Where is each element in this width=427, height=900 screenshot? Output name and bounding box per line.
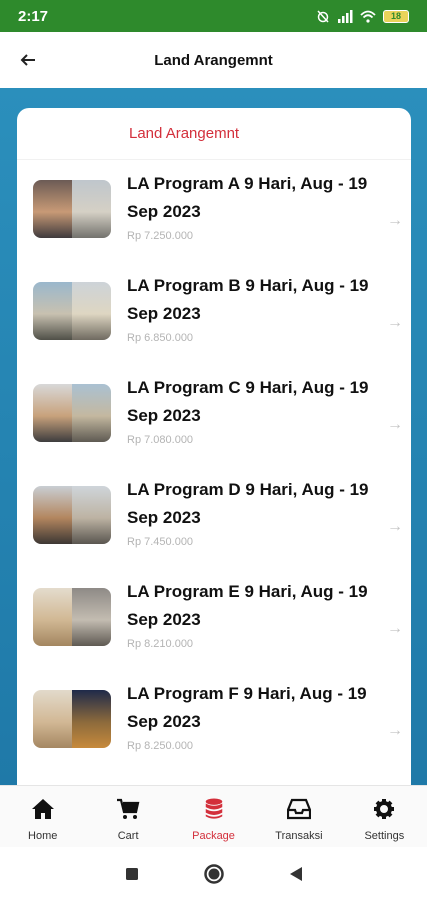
home-icon bbox=[31, 799, 54, 819]
bottom-navigation: Home Cart Package Transaksi Settings bbox=[0, 785, 427, 847]
package-name: LA Program C 9 Hari, Aug - 19 Sep 2023 bbox=[127, 378, 369, 425]
package-item-f[interactable]: LA Program F 9 Hari, Aug - 19 Sep 2023 R… bbox=[33, 680, 403, 782]
app-bar: Land Arangemnt bbox=[0, 32, 427, 88]
package-price: Rp 7.450.000 bbox=[127, 536, 194, 548]
nav-transaksi[interactable]: Transaksi bbox=[256, 786, 341, 847]
battery-icon: 18 bbox=[383, 9, 409, 23]
wifi-icon bbox=[360, 10, 376, 23]
arrow-right-icon: → bbox=[387, 722, 403, 739]
package-thumbnail bbox=[33, 384, 111, 442]
back-arrow-icon[interactable] bbox=[16, 48, 40, 72]
recents-icon[interactable] bbox=[125, 867, 139, 881]
cart-icon bbox=[117, 798, 140, 819]
nav-home-label: Home bbox=[28, 830, 58, 842]
alarm-off-icon bbox=[317, 10, 329, 23]
package-price: Rp 7.250.000 bbox=[127, 230, 194, 242]
status-bar: 2:17 18 bbox=[0, 0, 427, 32]
nav-settings-label: Settings bbox=[364, 830, 405, 842]
nav-home[interactable]: Home bbox=[0, 786, 85, 847]
package-name: LA Program A 9 Hari, Aug - 19 Sep 2023 bbox=[127, 174, 368, 221]
database-icon bbox=[205, 798, 222, 819]
package-thumbnail bbox=[33, 180, 111, 238]
package-thumbnail bbox=[33, 588, 111, 646]
package-name: LA Program F 9 Hari, Aug - 19 Sep 2023 bbox=[127, 684, 367, 731]
page-title: Land Arangemnt bbox=[154, 51, 273, 69]
package-thumbnail bbox=[33, 282, 111, 340]
home-button-icon[interactable] bbox=[203, 863, 225, 885]
system-navigation-bar bbox=[0, 847, 427, 900]
package-name: LA Program D 9 Hari, Aug - 19 Sep 2023 bbox=[127, 480, 369, 527]
arrow-right-icon: → bbox=[387, 518, 403, 535]
package-price: Rp 6.850.000 bbox=[127, 332, 194, 344]
nav-cart-label: Cart bbox=[117, 830, 139, 842]
package-name: LA Program B 9 Hari, Aug - 19 Sep 2023 bbox=[127, 276, 369, 323]
package-thumbnail bbox=[33, 486, 111, 544]
card-title: Land Arangemnt bbox=[17, 108, 411, 160]
back-triangle-icon[interactable] bbox=[289, 866, 303, 882]
package-item-d[interactable]: LA Program D 9 Hari, Aug - 19 Sep 2023 R… bbox=[33, 476, 403, 578]
inbox-icon bbox=[286, 798, 311, 820]
nav-cart[interactable]: Cart bbox=[85, 786, 170, 847]
arrow-right-icon: → bbox=[387, 314, 403, 331]
package-item-a[interactable]: LA Program A 9 Hari, Aug - 19 Sep 2023 R… bbox=[33, 170, 403, 272]
package-item-e[interactable]: LA Program E 9 Hari, Aug - 19 Sep 2023 R… bbox=[33, 578, 403, 680]
package-item-b[interactable]: LA Program B 9 Hari, Aug - 19 Sep 2023 R… bbox=[33, 272, 403, 374]
package-price: Rp 8.210.000 bbox=[127, 638, 194, 650]
nav-settings[interactable]: Settings bbox=[342, 786, 427, 847]
arrow-right-icon: → bbox=[387, 212, 403, 229]
status-time: 2:17 bbox=[18, 7, 49, 25]
nav-package[interactable]: Package bbox=[171, 786, 256, 847]
arrow-right-icon: → bbox=[387, 416, 403, 433]
gear-icon bbox=[374, 799, 395, 819]
package-item-c[interactable]: LA Program C 9 Hari, Aug - 19 Sep 2023 R… bbox=[33, 374, 403, 476]
package-card: Land Arangemnt LA Program A 9 Hari, Aug … bbox=[17, 108, 411, 808]
nav-package-label: Package bbox=[192, 830, 235, 842]
package-price: Rp 8.250.000 bbox=[127, 740, 194, 752]
package-name: LA Program E 9 Hari, Aug - 19 Sep 2023 bbox=[127, 582, 368, 629]
package-thumbnail bbox=[33, 690, 111, 748]
signal-icon bbox=[338, 9, 353, 23]
nav-transaksi-label: Transaksi bbox=[275, 830, 323, 842]
arrow-right-icon: → bbox=[387, 620, 403, 637]
package-price: Rp 7.080.000 bbox=[127, 434, 194, 446]
